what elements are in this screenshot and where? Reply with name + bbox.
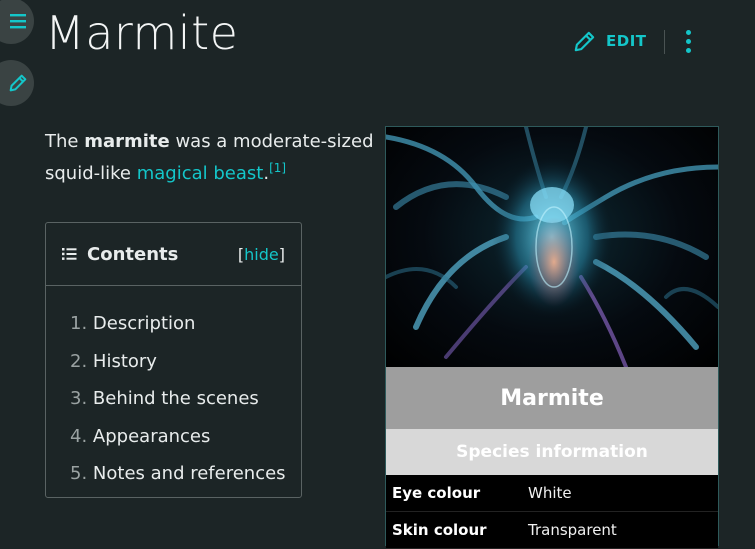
toc-item-behind-the-scenes[interactable]: 3. Behind the scenes bbox=[70, 380, 301, 418]
toc-hide-toggle[interactable]: hide bbox=[244, 245, 279, 264]
toc-item-history[interactable]: 2. History bbox=[70, 343, 301, 381]
floating-edit-button[interactable] bbox=[0, 60, 34, 106]
toolbar-divider bbox=[664, 30, 665, 54]
toc-title: Contents bbox=[87, 243, 179, 265]
toc-item-appearances[interactable]: 4. Appearances bbox=[70, 418, 301, 456]
toc-item-description[interactable]: 1. Description bbox=[70, 305, 301, 343]
toc-header: Contents [hide] bbox=[46, 223, 301, 286]
more-options-icon bbox=[686, 30, 691, 35]
infobox-row-value: White bbox=[528, 484, 572, 502]
infobox-row: Eye colour White bbox=[386, 475, 718, 512]
pencil-icon bbox=[574, 31, 595, 52]
infobox: Marmite Species information Eye colour W… bbox=[385, 126, 719, 549]
infobox-row-key: Skin colour bbox=[392, 521, 487, 539]
more-options-button[interactable] bbox=[686, 30, 691, 57]
reference-link[interactable]: [1] bbox=[269, 161, 286, 175]
infobox-row-value: Transparent bbox=[528, 521, 617, 539]
hamburger-menu-icon bbox=[10, 14, 26, 29]
infobox-row: Skin colour Transparent bbox=[386, 512, 718, 549]
toc-list: 1. Description 2. History 3. Behind the … bbox=[46, 286, 301, 493]
table-of-contents: Contents [hide] 1. Description 2. Histor… bbox=[45, 222, 302, 498]
list-icon bbox=[62, 248, 77, 260]
magical-beast-link[interactable]: magical beast bbox=[137, 163, 264, 184]
infobox-section-header: Species information bbox=[386, 429, 718, 475]
pencil-icon bbox=[9, 74, 27, 92]
intro-bold-term: marmite bbox=[84, 131, 170, 152]
intro-paragraph: The marmite was a moderate-sized squid-l… bbox=[45, 131, 374, 184]
infobox-image[interactable] bbox=[386, 127, 718, 367]
infobox-title: Marmite bbox=[386, 367, 718, 429]
infobox-row-key: Eye colour bbox=[392, 484, 481, 502]
toc-item-notes-and-references[interactable]: 5. Notes and references bbox=[70, 455, 301, 493]
marmite-illustration bbox=[386, 127, 718, 367]
page-title: Marmite bbox=[45, 6, 239, 60]
edit-label: EDIT bbox=[606, 32, 647, 50]
edit-button[interactable]: EDIT bbox=[572, 28, 647, 54]
menu-button[interactable] bbox=[0, 0, 34, 44]
